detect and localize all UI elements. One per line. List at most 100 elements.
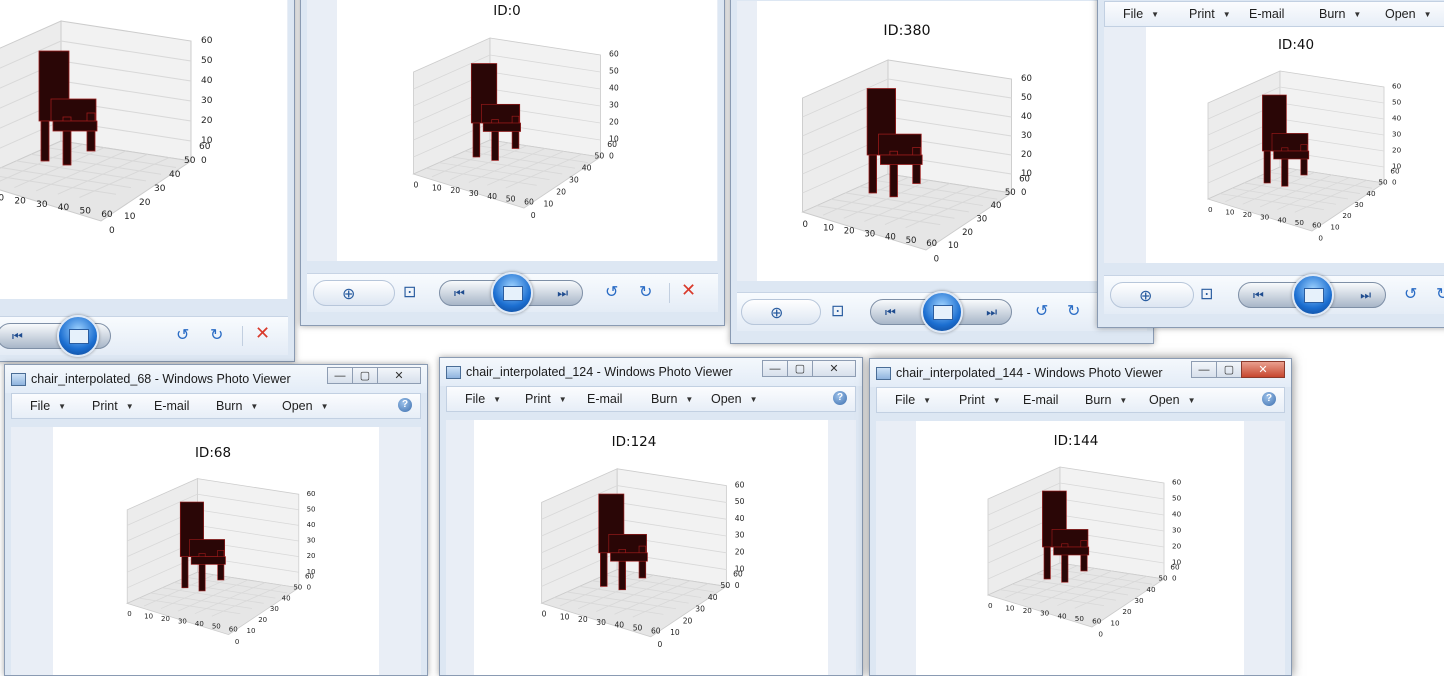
zoom-button[interactable]: ⊕ [1110, 282, 1194, 308]
z-tick-label: 40 [735, 514, 745, 523]
photo-viewer-window-124: chair_interpolated_124 - Windows Photo V… [439, 357, 863, 676]
next-button[interactable]: ⏭ [986, 305, 997, 320]
rotate-cw-icon[interactable]: ↻ [1436, 284, 1444, 304]
title-bar: chair_interpolated_144 - Windows Photo V… [870, 359, 1291, 387]
close-button[interactable]: ✕ [377, 367, 421, 384]
z-tick-label: 40 [201, 76, 213, 86]
y-tick-label: 10 [247, 626, 256, 635]
maximize-button[interactable]: ▢ [352, 367, 378, 384]
rotate-cw-icon[interactable]: ↻ [639, 282, 652, 302]
previous-button[interactable]: ⏮ [885, 305, 896, 320]
menu-email[interactable]: E-mail [1249, 7, 1284, 21]
menu-open[interactable]: Open ▼ [1385, 7, 1432, 21]
x-tick-label: 60 [1312, 221, 1322, 230]
next-button[interactable]: ⏭ [557, 286, 568, 301]
y-tick-label: 60 [305, 571, 314, 580]
menu-email[interactable]: E-mail [154, 399, 189, 413]
y-tick-label: 50 [293, 582, 302, 591]
maximize-button[interactable]: ▢ [1216, 361, 1242, 378]
rotate-ccw-icon[interactable]: ↺ [605, 282, 618, 302]
rotate-ccw-icon[interactable]: ↺ [176, 325, 189, 345]
menu-print[interactable]: Print ▼ [959, 393, 1001, 407]
x-tick-label: 20 [578, 615, 588, 624]
zoom-button[interactable]: ⊕ [741, 299, 821, 325]
menu-open[interactable]: Open ▼ [711, 392, 758, 406]
menu-file[interactable]: File ▼ [1123, 7, 1159, 21]
y-tick-label: 50 [184, 156, 196, 166]
menu-file[interactable]: File ▼ [895, 393, 931, 407]
menu-burn[interactable]: Burn ▼ [1085, 393, 1127, 407]
voxel-plot: ID:6801020304050600 10 20 30 40 50 60010203040… [126, 445, 316, 646]
delete-icon[interactable]: ✕ [255, 323, 270, 344]
control-bar: ⏮ ⏭ ↺ ↻ ✕ [0, 315, 288, 357]
x-tick-label: 50 [212, 622, 221, 631]
y-tick-label: 40 [1366, 189, 1376, 198]
plot-area: ID:2720102030405060010203040506001020304… [0, 0, 287, 299]
slideshow-button[interactable] [57, 315, 99, 357]
voxel-block [40, 120, 50, 162]
x-tick-label: 10 [432, 183, 442, 192]
menu-burn[interactable]: Burn ▼ [216, 399, 258, 413]
slideshow-button[interactable] [1292, 274, 1334, 316]
z-tick-label: 20 [201, 116, 213, 126]
maximize-button[interactable]: ▢ [787, 360, 813, 377]
menu-print[interactable]: Print ▼ [525, 392, 567, 406]
menu-burn[interactable]: Burn ▼ [651, 392, 693, 406]
x-tick-label: 10 [0, 193, 4, 203]
y-tick-label: 0 [1318, 234, 1323, 243]
z-tick-label: 0 [1021, 188, 1026, 198]
z-tick-label: 50 [735, 497, 745, 506]
photo-viewer-window-144: chair_interpolated_144 - Windows Photo V… [869, 358, 1292, 676]
rotate-ccw-icon[interactable]: ↺ [1404, 284, 1417, 304]
fit-window-icon[interactable]: ⊡ [403, 282, 416, 302]
x-tick-label: 20 [1023, 606, 1033, 615]
slideshow-button[interactable] [491, 272, 533, 314]
close-button[interactable]: ✕ [812, 360, 856, 377]
menu-email[interactable]: E-mail [1023, 393, 1058, 407]
z-tick-label: 40 [1392, 114, 1402, 123]
fit-window-icon[interactable]: ⊡ [1200, 284, 1213, 304]
z-tick-label: 0 [307, 582, 311, 591]
minimize-button[interactable]: — [762, 360, 788, 377]
z-tick-label: 50 [1392, 98, 1402, 107]
menu-open[interactable]: Open ▼ [1149, 393, 1196, 407]
x-tick-label: 10 [144, 611, 153, 620]
previous-button[interactable]: ⏮ [454, 286, 465, 301]
help-icon[interactable]: ? [833, 391, 847, 405]
menu-file[interactable]: File ▼ [465, 392, 501, 406]
voxel-block [181, 556, 189, 589]
zoom-button[interactable]: ⊕ [313, 280, 395, 306]
minimize-button[interactable]: — [1191, 361, 1217, 378]
voxel-plot: ID:12401020304050600 10 20 30 40 50 6001020304… [540, 434, 745, 649]
minimize-button[interactable]: — [327, 367, 353, 384]
help-icon[interactable]: ? [1262, 392, 1276, 406]
x-tick-label: 40 [885, 233, 896, 243]
y-tick-label: 20 [258, 615, 267, 624]
rotate-cw-icon[interactable]: ↻ [1067, 301, 1080, 321]
fit-window-icon[interactable]: ⊡ [831, 301, 844, 321]
slideshow-button[interactable] [921, 291, 963, 333]
menu-print[interactable]: Print ▼ [92, 399, 134, 413]
previous-button[interactable]: ⏮ [12, 329, 23, 344]
menu-bar: File ▼ Print ▼ E-mail Burn ▼ Open ▼ ? [876, 387, 1285, 413]
previous-button[interactable]: ⏮ [1253, 288, 1264, 303]
z-tick-label: 60 [307, 489, 316, 498]
slideshow-icon [1304, 288, 1324, 303]
close-button[interactable]: ✕ [1241, 361, 1285, 378]
menu-print[interactable]: Print ▼ [1189, 7, 1231, 21]
menu-burn[interactable]: Burn ▼ [1319, 7, 1361, 21]
help-icon[interactable]: ? [398, 398, 412, 412]
chevron-down-icon: ▼ [923, 396, 932, 405]
delete-icon[interactable]: ✕ [681, 280, 696, 301]
y-tick-label: 0 [531, 211, 536, 220]
slideshow-icon [69, 329, 89, 344]
rotate-cw-icon[interactable]: ↻ [210, 325, 223, 345]
next-button[interactable]: ⏭ [1360, 288, 1371, 303]
menu-email[interactable]: E-mail [587, 392, 622, 406]
menu-file[interactable]: File ▼ [30, 399, 66, 413]
rotate-ccw-icon[interactable]: ↺ [1035, 301, 1048, 321]
voxel-block [1300, 144, 1308, 176]
x-tick-label: 20 [450, 186, 460, 195]
menu-open[interactable]: Open ▼ [282, 399, 329, 413]
y-tick-label: 0 [109, 226, 115, 236]
